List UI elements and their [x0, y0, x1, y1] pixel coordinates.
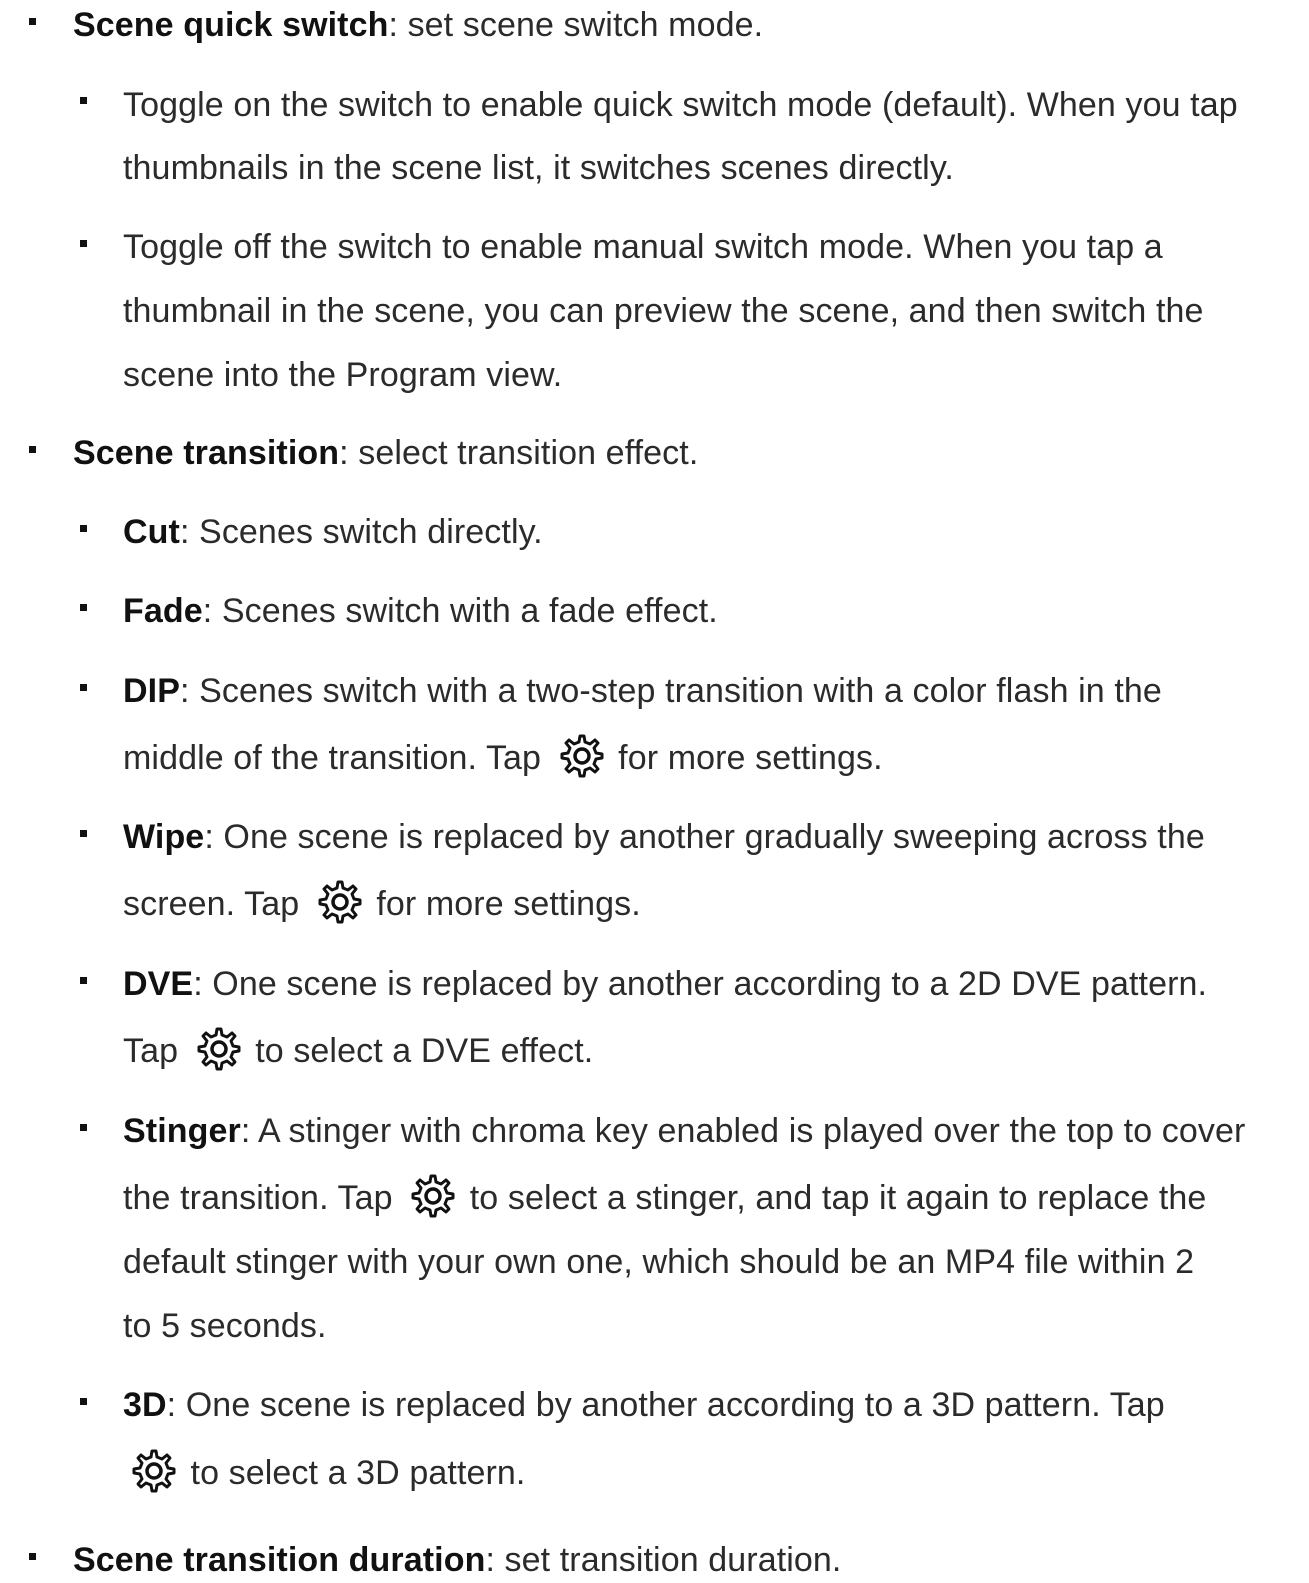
- term-3d: 3D: [123, 1386, 167, 1424]
- list-item: Wipe: One scene is replaced by another g…: [123, 816, 1205, 858]
- item-text: to select a stinger, and tap it again to…: [469, 1179, 1207, 1217]
- list-bullet: [80, 604, 87, 611]
- list-item-text: Toggle off the switch to enable manual s…: [123, 228, 1163, 266]
- list-bullet: [80, 830, 87, 837]
- list-item-text: Toggle on the switch to enable quick swi…: [123, 86, 1238, 124]
- item-description: : One scene is replaced by another accor…: [166, 1386, 1165, 1424]
- term-dve: DVE: [123, 965, 194, 1003]
- list-item-text: Tap to select a DVE effect.: [123, 1027, 594, 1072]
- term-wipe: Wipe: [123, 818, 205, 856]
- list-item: Scene transition: select transition effe…: [73, 432, 698, 474]
- item-description: : Scenes switch with a two-step transiti…: [179, 672, 1162, 710]
- term-cut: Cut: [123, 513, 180, 551]
- item-text: to select a DVE effect.: [255, 1032, 594, 1070]
- list-item: Scene transition duration: set transitio…: [73, 1539, 841, 1581]
- list-item: Stinger: A stinger with chroma key enabl…: [123, 1110, 1245, 1152]
- list-item: 3D: One scene is replaced by another acc…: [123, 1384, 1165, 1426]
- item-text: to select a 3D pattern.: [190, 1454, 526, 1492]
- list-bullet: [80, 684, 87, 691]
- item-text: middle of the transition. Tap: [123, 739, 542, 777]
- list-item-text: scene into the Program view.: [123, 356, 563, 394]
- item-description: : select transition effect.: [339, 434, 699, 472]
- list-item: DVE: One scene is replaced by another ac…: [123, 963, 1207, 1005]
- list-item: Scene quick switch: set scene switch mod…: [73, 4, 763, 46]
- term-fade: Fade: [123, 592, 203, 630]
- list-bullet: [29, 446, 36, 453]
- list-bullet: [80, 1398, 87, 1405]
- list-bullet: [80, 240, 87, 247]
- item-text: for more settings.: [618, 739, 883, 777]
- list-bullet: [80, 1124, 87, 1131]
- item-description: : One scene is replaced by another gradu…: [204, 818, 1205, 856]
- item-text: screen. Tap: [123, 885, 300, 923]
- list-item-text: the transition. Tap to select a stinger,…: [123, 1174, 1207, 1219]
- item-description: : Scenes switch directly.: [179, 513, 543, 551]
- list-item-text: middle of the transition. Tap for more s…: [123, 734, 883, 779]
- term-scene-quick-switch: Scene quick switch: [73, 6, 389, 44]
- list-item: Fade: Scenes switch with a fade effect.: [123, 590, 718, 632]
- list-item-text: screen. Tap for more settings.: [123, 880, 641, 925]
- list-item-text: to 5 seconds.: [123, 1307, 327, 1345]
- list-item-text: thumbnail in the scene, you can preview …: [123, 292, 1204, 330]
- item-description: : One scene is replaced by another accor…: [193, 965, 1208, 1003]
- list-item-text: to select a 3D pattern.: [123, 1449, 526, 1494]
- list-bullet: [29, 18, 36, 25]
- item-description: : Scenes switch with a fade effect.: [202, 592, 718, 630]
- list-item-text: thumbnails in the scene list, it switche…: [123, 149, 954, 187]
- gear-icon: [188, 1027, 246, 1072]
- list-item-text: default stinger with your own one, which…: [123, 1243, 1195, 1281]
- item-description: : set transition duration.: [485, 1541, 842, 1579]
- gear-icon: [402, 1174, 460, 1219]
- gear-icon: [123, 1449, 181, 1494]
- item-description: : set scene switch mode.: [388, 6, 764, 44]
- gear-icon: [551, 734, 609, 779]
- gear-icon: [309, 880, 367, 925]
- list-item: Cut: Scenes switch directly.: [123, 511, 543, 553]
- term-scene-transition: Scene transition: [73, 434, 340, 472]
- item-text: Tap: [123, 1032, 179, 1070]
- item-description: : A stinger with chroma key enabled is p…: [240, 1112, 1246, 1150]
- list-bullet: [80, 977, 87, 984]
- term-scene-transition-duration: Scene transition duration: [73, 1541, 486, 1579]
- list-bullet: [29, 1553, 36, 1560]
- term-stinger: Stinger: [123, 1112, 241, 1150]
- item-text: for more settings.: [376, 885, 641, 923]
- list-bullet: [80, 97, 87, 104]
- list-bullet: [80, 525, 87, 532]
- list-item: DIP: Scenes switch with a two-step trans…: [123, 670, 1162, 712]
- term-dip: DIP: [123, 672, 180, 710]
- item-text: the transition. Tap: [123, 1179, 393, 1217]
